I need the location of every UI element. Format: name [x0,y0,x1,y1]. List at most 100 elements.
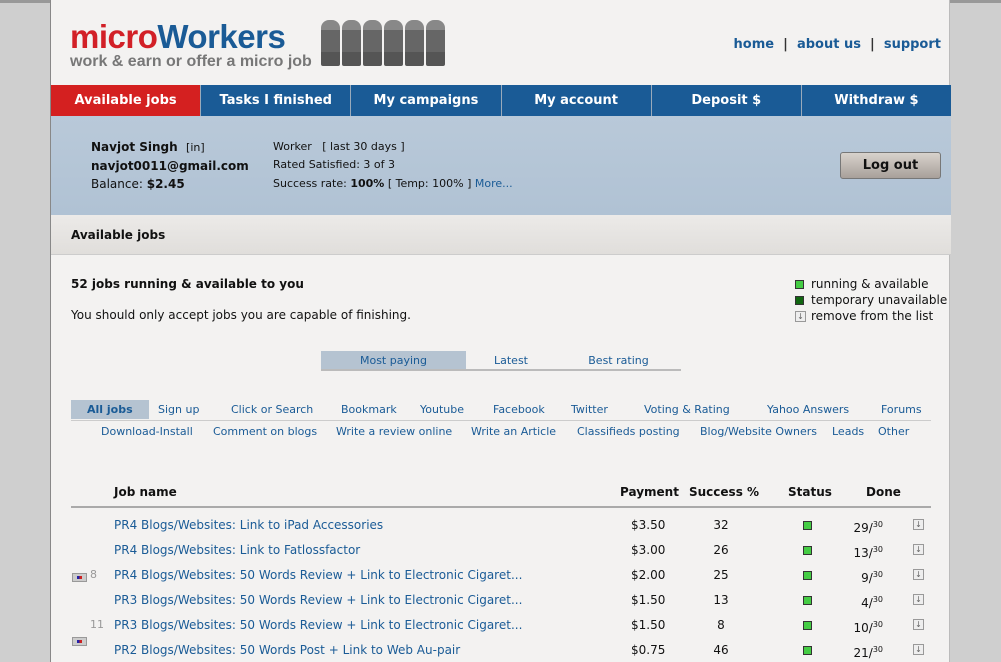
job-payment: $3.50 [631,518,666,532]
job-payment: $3.00 [631,543,666,557]
job-success: 13 [713,593,729,607]
status-running-icon [803,596,812,605]
legend-label: remove from the list [811,309,934,323]
job-total: 30 [872,645,883,654]
job-link[interactable]: PR4 Blogs/Websites: Link to iPad Accesso… [114,518,383,532]
status-running-icon [803,646,812,655]
about-link[interactable]: about us [797,37,861,52]
category-classifieds[interactable]: Classifieds posting [577,425,680,438]
legend-label: running & available [811,277,929,291]
category-facebook[interactable]: Facebook [493,403,545,416]
category-youtube[interactable]: Youtube [420,403,464,416]
success-rate: 100% [350,177,385,190]
job-done: 10 [853,621,869,635]
user-tag: [in] [186,141,205,154]
sort-tabs: Most paying Latest Best rating [321,351,681,371]
job-payment: $1.50 [631,593,666,607]
job-done: 9 [861,571,869,585]
category-yahoo-answers[interactable]: Yahoo Answers [767,403,849,416]
category-comment-blogs[interactable]: Comment on blogs [213,425,317,438]
home-link[interactable]: home [734,37,775,52]
job-total: 30 [872,595,883,604]
category-leads[interactable]: Leads [832,425,864,438]
nav-withdraw[interactable]: Withdraw $ [800,85,952,116]
tagline: work & earn or offer a micro job [70,53,312,70]
category-bookmark[interactable]: Bookmark [341,403,397,416]
more-link[interactable]: More... [475,177,513,190]
col-done: Done [866,485,901,499]
job-done: 4 [861,596,869,610]
support-link[interactable]: support [884,37,941,52]
workers-illustration [321,20,445,66]
category-click-search[interactable]: Click or Search [231,403,313,416]
category-other[interactable]: Other [878,425,909,438]
category-blog-owners[interactable]: Blog/Website Owners [700,425,817,438]
accept-note: You should only accept jobs you are capa… [71,308,411,322]
job-success: 26 [713,543,729,557]
remove-icon[interactable]: ↓ [913,544,924,555]
job-success: 32 [713,518,729,532]
nav-my-campaigns[interactable]: My campaigns [350,85,501,116]
jobs-count: 52 jobs running & available to you [71,277,304,291]
sort-most-paying[interactable]: Most paying [321,351,466,369]
job-link[interactable]: PR4 Blogs/Websites: 50 Words Review + Li… [114,568,522,582]
page: microWorkers work & earn or offer a micr… [50,0,952,662]
logout-button[interactable]: Log out [840,152,941,179]
nav-my-account[interactable]: My account [500,85,651,116]
legend: running & available temporary unavailabl… [795,276,947,324]
user-name: Navjot Singh [91,140,178,154]
table-row: 8 PR4 Blogs/Websites: 50 Words Review + L… [51,0,949,585]
category-download-install[interactable]: Download-Install [101,425,193,438]
job-total: 30 [872,570,883,579]
nav-tasks-finished[interactable]: Tasks I finished [200,85,351,116]
job-link[interactable]: PR4 Blogs/Websites: Link to Fatlossfacto… [114,543,360,557]
category-forums[interactable]: Forums [881,403,922,416]
job-success: 25 [713,568,729,582]
job-success: 8 [717,618,725,632]
remove-icon[interactable]: ↓ [913,619,924,630]
col-success: Success % [689,485,760,499]
row-count: 8 [90,568,97,581]
category-all-jobs[interactable]: All jobs [71,400,149,419]
running-available-icon [795,280,804,289]
category-write-article[interactable]: Write an Article [471,425,556,438]
period: [ last 30 days ] [322,140,405,153]
remove-icon[interactable]: ↓ [913,569,924,580]
status-running-icon [803,621,812,630]
sort-best-rating[interactable]: Best rating [556,351,681,369]
top-links: home | about us | support [733,37,941,52]
job-total: 30 [872,545,883,554]
remove-icon: ↓ [795,311,806,322]
logo[interactable]: microWorkers [70,18,286,56]
job-success: 46 [713,643,729,657]
job-link[interactable]: PR3 Blogs/Websites: 50 Words Review + Li… [114,618,522,632]
temporary-unavailable-icon [795,296,804,305]
balance-value: $2.45 [146,177,185,191]
user-role: Worker [273,140,312,153]
main-nav: Available jobs Tasks I finished My campa… [51,85,952,116]
category-voting-rating[interactable]: Voting & Rating [644,403,730,416]
remove-icon[interactable]: ↓ [913,519,924,530]
rated-satisfied: Rated Satisfied: 3 of 3 [273,158,395,171]
remove-icon[interactable]: ↓ [913,644,924,655]
remove-icon[interactable]: ↓ [913,594,924,605]
col-payment: Payment [620,485,679,499]
sort-latest[interactable]: Latest [466,351,556,369]
job-link[interactable]: PR2 Blogs/Websites: 50 Words Post + Link… [114,643,460,657]
user-email: navjot0011@gmail.com [91,159,249,173]
job-payment: $1.50 [631,618,666,632]
nav-available-jobs[interactable]: Available jobs [51,85,201,116]
job-done: 21 [853,646,869,660]
flag-icon [72,637,87,646]
job-link[interactable]: PR3 Blogs/Websites: 50 Words Review + Li… [114,593,522,607]
user-panel: Navjot Singh [in] navjot0011@gmail.com B… [51,116,951,215]
nav-deposit[interactable]: Deposit $ [650,85,801,116]
category-twitter[interactable]: Twitter [571,403,608,416]
job-payment: $2.00 [631,568,666,582]
row-count: 11 [90,618,104,631]
success-label: Success rate: [273,177,347,190]
legend-label: temporary unavailable [811,293,948,307]
category-write-review[interactable]: Write a review online [336,425,452,438]
category-sign-up[interactable]: Sign up [158,403,199,416]
balance-label: Balance: [91,177,143,191]
